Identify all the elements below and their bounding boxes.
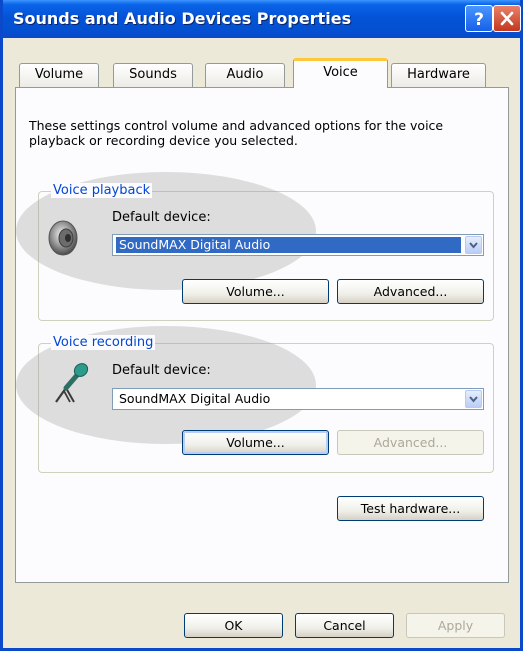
playback-advanced-button[interactable]: Advanced... xyxy=(337,279,484,304)
cancel-label: Cancel xyxy=(323,618,366,633)
tab-voice-label: Voice xyxy=(323,65,358,80)
tab-sounds[interactable]: Sounds xyxy=(113,63,193,87)
tab-volume[interactable]: Volume xyxy=(19,63,99,87)
tab-sounds-label: Sounds xyxy=(129,67,177,82)
apply-label: Apply xyxy=(437,618,474,633)
recording-device-value: SoundMAX Digital Audio xyxy=(119,391,271,406)
test-hardware-button[interactable]: Test hardware... xyxy=(337,496,484,521)
description-text: These settings control volume and advanc… xyxy=(29,118,444,148)
tab-volume-label: Volume xyxy=(34,67,84,82)
playback-device-dropdown[interactable]: SoundMAX Digital Audio xyxy=(112,234,484,256)
tab-hardware[interactable]: Hardware xyxy=(391,63,486,87)
ok-label: OK xyxy=(224,618,243,633)
microphone-icon xyxy=(55,363,89,403)
playback-advanced-label: Advanced... xyxy=(373,284,448,299)
voice-tab-panel: These settings control volume and advanc… xyxy=(15,87,509,583)
recording-advanced-button[interactable]: Advanced... xyxy=(337,430,484,455)
recording-volume-label: Volume... xyxy=(226,435,285,450)
chevron-down-icon[interactable] xyxy=(465,236,482,254)
playback-device-label: Default device: xyxy=(112,210,211,225)
tab-hardware-label: Hardware xyxy=(407,67,470,82)
close-button[interactable] xyxy=(493,5,521,32)
tab-audio[interactable]: Audio xyxy=(205,63,285,87)
playback-volume-label: Volume... xyxy=(226,284,285,299)
chevron-down-icon[interactable] xyxy=(465,390,482,408)
help-icon: ? xyxy=(474,10,484,30)
playback-device-value: SoundMAX Digital Audio xyxy=(116,237,461,253)
apply-button[interactable]: Apply xyxy=(406,613,505,638)
tab-audio-label: Audio xyxy=(226,67,264,82)
playback-volume-button[interactable]: Volume... xyxy=(182,279,329,304)
recording-device-dropdown[interactable]: SoundMAX Digital Audio xyxy=(112,388,484,410)
close-icon xyxy=(500,11,514,26)
speaker-icon xyxy=(48,220,78,256)
properties-dialog: Sounds and Audio Devices Properties ? Vo… xyxy=(0,0,523,651)
ok-button[interactable]: OK xyxy=(184,613,283,638)
svg-text:?: ? xyxy=(474,10,484,30)
window-title: Sounds and Audio Devices Properties xyxy=(13,9,352,28)
cancel-button[interactable]: Cancel xyxy=(295,613,394,638)
tab-voice[interactable]: Voice xyxy=(293,58,388,88)
help-button[interactable]: ? xyxy=(465,5,493,32)
test-hardware-label: Test hardware... xyxy=(360,501,461,516)
recording-volume-button[interactable]: Volume... xyxy=(182,430,329,455)
recording-advanced-label: Advanced... xyxy=(373,435,448,450)
recording-device-label: Default device: xyxy=(112,363,211,378)
voice-playback-title: Voice playback xyxy=(51,183,153,198)
title-bar[interactable]: Sounds and Audio Devices Properties ? xyxy=(3,0,521,38)
voice-recording-title: Voice recording xyxy=(51,335,156,350)
